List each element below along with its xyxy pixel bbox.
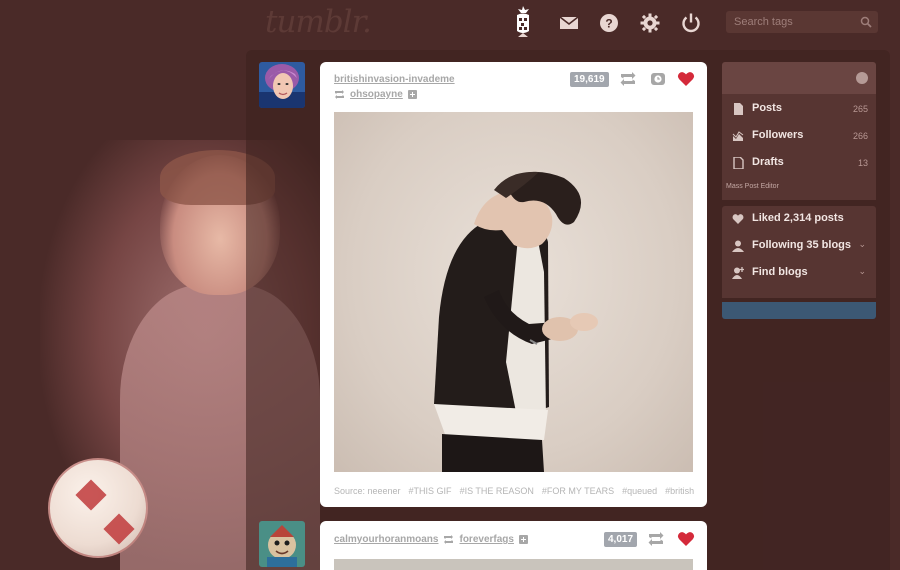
reblog-icon <box>444 535 454 544</box>
post-username[interactable]: calmyourhoranmoans <box>334 534 438 545</box>
logout-power-icon[interactable] <box>680 12 702 34</box>
post-header: britishinvasion-invademe ohsopayne 19,61… <box>320 62 707 106</box>
reblog-icon <box>335 90 344 99</box>
sidebar-item-label: Drafts <box>752 156 784 168</box>
reblogged-from-link[interactable]: ohsopayne <box>350 89 403 100</box>
sidebar-radar-bar <box>722 302 876 319</box>
user-icon <box>732 240 744 252</box>
tumblr-logo[interactable]: tumblr. <box>265 4 372 40</box>
heart-icon <box>732 214 744 224</box>
post-tag[interactable]: #IS THE REASON <box>460 486 534 496</box>
notes-count[interactable]: 19,619 <box>570 72 609 87</box>
sidebar-item-label: Find blogs <box>752 266 808 278</box>
search-icon[interactable] <box>860 16 872 28</box>
sidebar-item-count: 266 <box>852 131 868 141</box>
post-photo[interactable] <box>334 112 693 472</box>
reblog-button[interactable] <box>619 71 637 87</box>
blog-settings-icon[interactable] <box>856 72 868 84</box>
sidebar-item-label: Liked 2,314 posts <box>752 212 844 224</box>
mass-post-editor-link[interactable]: Mass Post Editor <box>726 183 779 190</box>
post-tag[interactable]: #THIS GIF <box>409 486 452 496</box>
sidebar-item-followers[interactable]: Followers 266 <box>722 123 876 149</box>
activity-panel: Liked 2,314 posts Following 35 blogs ⌄ F… <box>722 206 876 298</box>
post-photo[interactable] <box>334 559 693 570</box>
post-tag[interactable]: #british <box>665 486 694 496</box>
post-username[interactable]: britishinvasion-invademe <box>334 74 455 85</box>
svg-text:?: ? <box>605 17 612 31</box>
dashboard-home-icon[interactable] <box>512 5 534 39</box>
post-tags: Source: neeener #THIS GIF #IS THE REASON… <box>334 486 694 496</box>
like-heart-icon[interactable] <box>677 71 695 87</box>
search-input[interactable] <box>726 11 856 33</box>
background-soccer-ball <box>48 458 148 558</box>
sidebar-item-find-blogs[interactable]: Find blogs ⌄ <box>722 260 876 286</box>
reblog-button[interactable] <box>647 531 665 547</box>
sidebar-item-label: Followers <box>752 129 804 141</box>
sidebar-item-liked[interactable]: Liked 2,314 posts <box>722 206 876 232</box>
chevron-down-icon[interactable]: ⌄ <box>858 266 866 277</box>
sidebar-item-count: 13 <box>857 158 868 168</box>
sidebar-item-label: Following 35 blogs <box>752 239 851 251</box>
blog-selector[interactable] <box>722 62 876 94</box>
follow-plus-icon[interactable] <box>518 535 528 544</box>
add-user-icon <box>732 267 744 279</box>
drafts-page-icon <box>733 157 744 169</box>
posts-page-icon <box>734 103 743 115</box>
notes-count[interactable]: 4,017 <box>604 532 638 547</box>
avatar[interactable] <box>259 521 305 567</box>
like-heart-icon[interactable] <box>677 531 695 547</box>
follow-plus-icon[interactable] <box>407 90 417 99</box>
followers-chart-icon <box>732 131 744 141</box>
post-source[interactable]: Source: neeener <box>334 486 401 496</box>
sidebar-item-label: Posts <box>752 102 782 114</box>
sidebar-item-count: 265 <box>852 104 868 114</box>
sidebar-item-following[interactable]: Following 35 blogs ⌄ <box>722 233 876 259</box>
queue-button[interactable] <box>649 71 667 87</box>
reblog-source: ohsopayne <box>334 89 417 100</box>
messages-icon[interactable] <box>558 12 580 34</box>
search-box <box>726 11 878 33</box>
post-card: britishinvasion-invademe ohsopayne 19,61… <box>320 62 707 507</box>
post-tag[interactable]: #FOR MY TEARS <box>542 486 614 496</box>
chevron-down-icon[interactable]: ⌄ <box>858 239 866 250</box>
settings-gear-icon[interactable] <box>639 12 661 34</box>
help-icon[interactable]: ? <box>598 12 620 34</box>
sidebar-item-drafts[interactable]: Drafts 13 <box>722 150 876 176</box>
post-tag[interactable]: #queued <box>622 486 657 496</box>
reblogged-from-link[interactable]: foreverfags <box>459 534 513 545</box>
post-card: calmyourhoranmoans foreverfags 4,017 <box>320 521 707 570</box>
avatar[interactable] <box>259 62 305 108</box>
top-nav: tumblr. ? <box>0 0 900 46</box>
sidebar-item-posts[interactable]: Posts 265 <box>722 96 876 122</box>
reblog-source: calmyourhoranmoans foreverfags <box>334 534 528 545</box>
